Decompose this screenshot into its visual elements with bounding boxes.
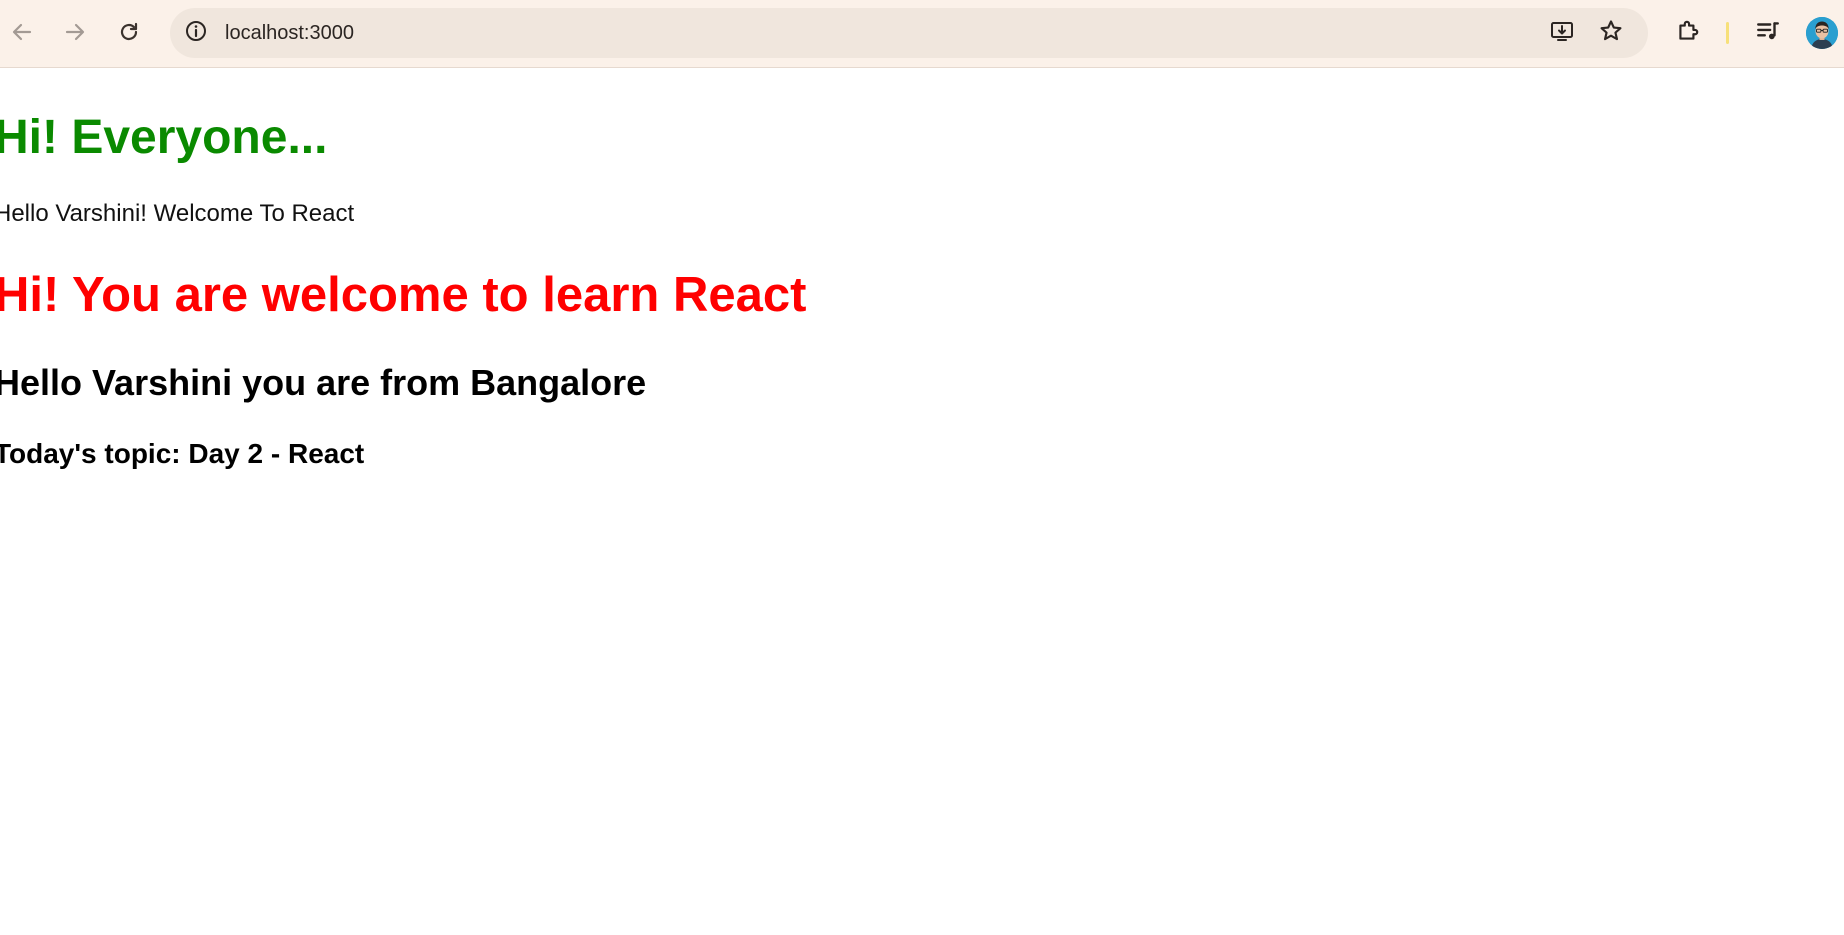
forward-button[interactable] [57, 14, 93, 50]
info-icon [184, 19, 208, 48]
star-icon [1598, 18, 1624, 49]
location-heading: Hello Varshini you are from Bangalore [0, 362, 647, 403]
learn-react-heading: Hi! You are welcome to learn React [0, 268, 807, 322]
avatar[interactable] [1806, 17, 1838, 49]
toolbar-divider [1726, 22, 1729, 44]
install-app-icon [1549, 18, 1575, 49]
media-controls-button[interactable] [1751, 16, 1785, 50]
reload-button[interactable] [111, 14, 147, 50]
bookmark-button[interactable] [1595, 17, 1627, 49]
topic-heading: Today's topic: Day 2 - React [0, 438, 365, 469]
arrow-left-icon [10, 20, 34, 44]
welcome-paragraph: Hello Varshini! Welcome To React [0, 200, 355, 227]
puzzle-icon [1675, 18, 1701, 49]
url-text[interactable]: localhost:3000 [225, 8, 354, 58]
reload-icon [117, 20, 141, 44]
install-app-button[interactable] [1546, 17, 1578, 49]
address-bar[interactable]: localhost:3000 [170, 8, 1648, 58]
extensions-button[interactable] [1671, 16, 1705, 50]
browser-toolbar: localhost:3000 [0, 0, 1844, 68]
greeting-heading: Hi! Everyone... [0, 111, 328, 164]
media-controls-icon [1755, 18, 1781, 49]
arrow-right-icon [63, 20, 87, 44]
back-button[interactable] [4, 14, 40, 50]
site-info-button[interactable] [180, 17, 212, 49]
